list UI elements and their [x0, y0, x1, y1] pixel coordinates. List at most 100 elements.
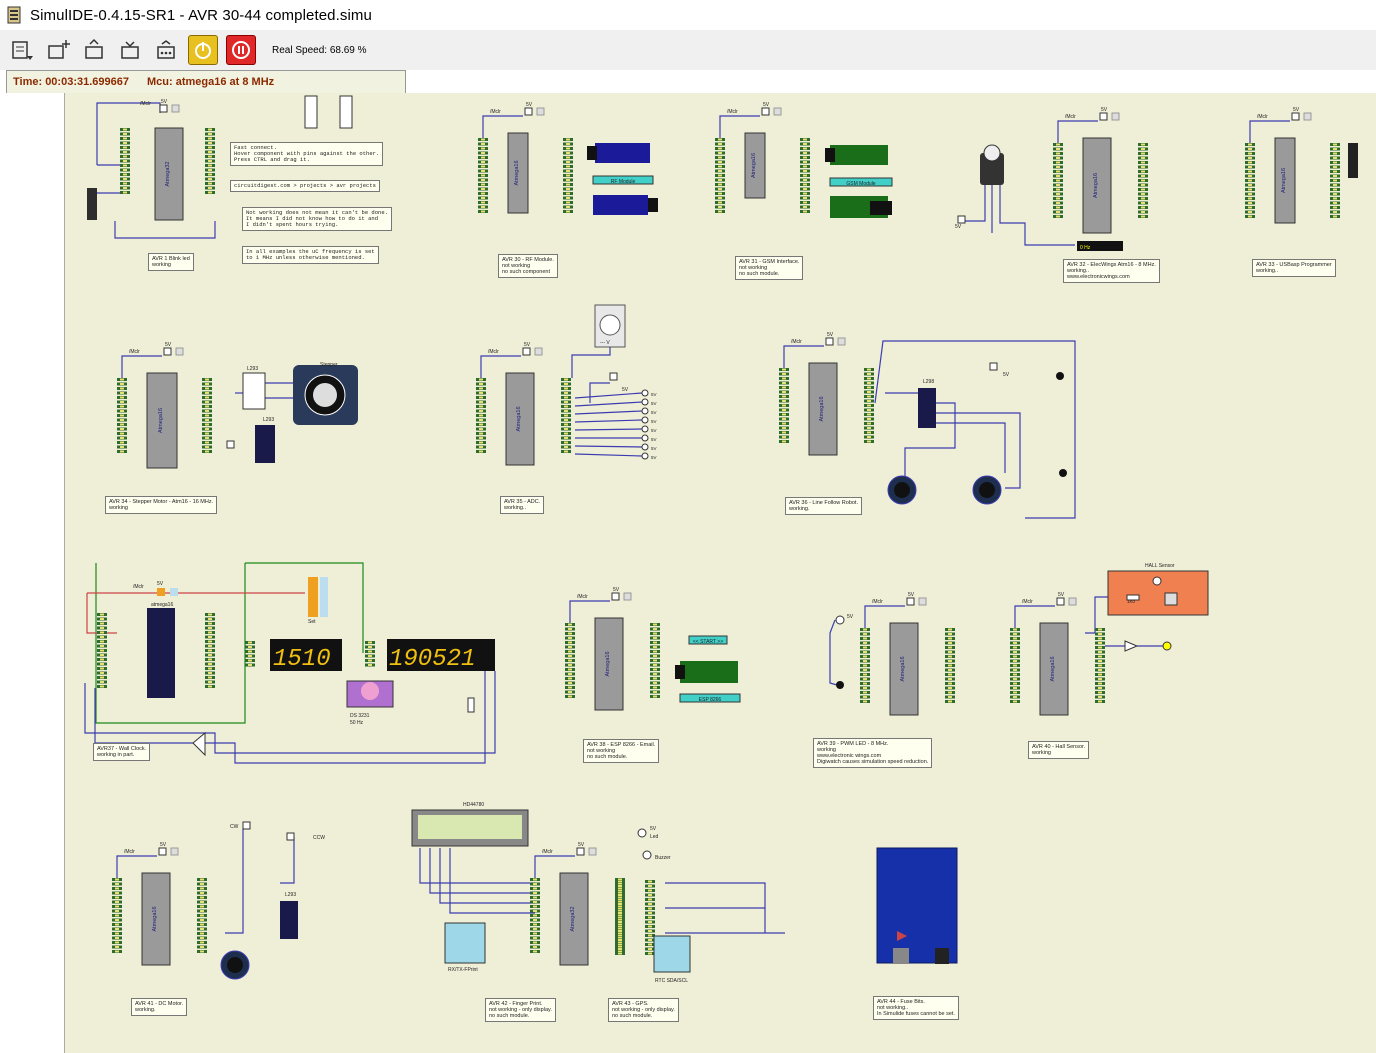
power-switch[interactable] [1303, 112, 1312, 121]
led-bar[interactable] [87, 188, 97, 220]
ir-sensor[interactable] [1059, 469, 1067, 477]
note-avr37[interactable]: AVR37 - Wall Clock. working in part. [93, 743, 151, 761]
note-avr39[interactable]: AVR 39 - PWM LED - 8 MHz. working www.el… [813, 738, 933, 768]
pwm-led[interactable] [836, 681, 844, 689]
file-menu-icon[interactable] [8, 36, 36, 64]
ic-socket[interactable] [339, 95, 353, 129]
rf-transmitter[interactable] [595, 143, 650, 163]
input-pin[interactable] [641, 434, 649, 442]
power-node[interactable] [524, 107, 533, 116]
pin-header[interactable] [97, 613, 107, 688]
cw-button[interactable] [242, 821, 251, 830]
note-tip4[interactable]: In all examples the uC frequency is set … [242, 246, 379, 264]
pin-header[interactable] [800, 138, 810, 213]
power-switch[interactable] [170, 847, 179, 856]
arduino-board[interactable] [876, 847, 958, 964]
pin-header[interactable] [1138, 143, 1148, 218]
note-avr33[interactable]: AVR 33 - USBasp Programmer working.. [1252, 259, 1336, 277]
pin-header[interactable] [205, 613, 215, 688]
ccw-button[interactable] [286, 832, 295, 841]
pin-header[interactable] [117, 378, 127, 453]
power-node[interactable] [158, 847, 167, 856]
power-node[interactable] [906, 597, 915, 606]
power-node[interactable] [1056, 597, 1065, 606]
voltage-probe[interactable] [835, 615, 845, 625]
pin-header[interactable] [1095, 628, 1105, 703]
note-avr43[interactable]: AVR 43 - GPS. not working - only display… [608, 998, 679, 1022]
note-avr35[interactable]: AVR 35 - ADC. working.. [500, 496, 545, 514]
note-avr31[interactable]: AVR 31 - GSM Interface. not working no s… [735, 256, 804, 280]
power-switch[interactable] [171, 104, 180, 113]
note-avr30[interactable]: AVR 30 - RF Module. not working no such … [498, 254, 558, 278]
pin-header[interactable] [1330, 143, 1340, 218]
note-avr40[interactable]: AVR 40 - Hall Sensor. working [1028, 741, 1090, 759]
pin-header[interactable] [779, 368, 789, 443]
note-avr1[interactable]: AVR 1 Blink led working [148, 253, 194, 271]
power-switch[interactable] [534, 347, 543, 356]
power-button[interactable] [188, 35, 218, 65]
pin-header[interactable] [365, 641, 375, 667]
fingerprint-serial[interactable] [444, 922, 486, 964]
pin-header[interactable] [615, 880, 625, 955]
power-switch[interactable] [1068, 597, 1077, 606]
save-circuit-icon[interactable] [116, 36, 144, 64]
power-node[interactable] [761, 107, 770, 116]
pin-header[interactable] [945, 628, 955, 703]
power-node[interactable] [163, 347, 172, 356]
esp8266-module[interactable] [680, 661, 738, 683]
pin-header[interactable] [563, 138, 573, 213]
pin-header[interactable] [478, 138, 488, 213]
pause-button[interactable] [226, 35, 256, 65]
power-switch[interactable] [1111, 112, 1120, 121]
pin-header[interactable] [565, 623, 575, 698]
power-switch[interactable] [773, 107, 782, 116]
power-switch[interactable] [588, 847, 597, 856]
schmitt-buffer[interactable] [1124, 640, 1139, 652]
note-tip3[interactable]: Not working does not mean it can't be do… [242, 207, 392, 231]
pin-header[interactable] [561, 378, 571, 453]
input-pin[interactable] [641, 452, 649, 460]
power-switch[interactable] [175, 347, 184, 356]
power-node[interactable] [576, 847, 585, 856]
open-circuit-icon[interactable] [80, 36, 108, 64]
l298-driver[interactable] [918, 388, 936, 428]
l293-chip[interactable] [255, 425, 275, 463]
power-node[interactable] [1291, 112, 1300, 121]
input-pin[interactable] [641, 389, 649, 397]
resistor[interactable] [467, 697, 475, 713]
ir-sensor[interactable] [1056, 372, 1064, 380]
pin-header[interactable] [650, 623, 660, 698]
pin-header[interactable] [1010, 628, 1020, 703]
led-probe[interactable] [637, 828, 647, 838]
ic-socket[interactable] [304, 95, 318, 129]
pin-header[interactable] [197, 878, 207, 953]
input-pin[interactable] [641, 425, 649, 433]
pin-header[interactable] [1053, 143, 1063, 218]
buzzer[interactable] [192, 731, 206, 757]
note-avr36[interactable]: AVR 36 - Line Follow Robot. working. [785, 497, 862, 515]
l293-driver-2[interactable] [280, 901, 298, 939]
new-circuit-icon[interactable] [44, 36, 72, 64]
output-led[interactable] [1162, 641, 1172, 651]
note-avr41[interactable]: AVR 41 - DC Motor. working. [131, 998, 188, 1016]
pin-header[interactable] [530, 878, 540, 953]
gsm-module[interactable] [830, 145, 888, 165]
usb-connector[interactable] [1348, 143, 1358, 178]
power-node[interactable] [611, 592, 620, 601]
note-avr42[interactable]: AVR 42 - Finger Print. not working - onl… [485, 998, 556, 1022]
save-as-icon[interactable] [152, 36, 180, 64]
note-tip1[interactable]: Fast connect. Hover component with pins … [230, 142, 384, 166]
note-avr34[interactable]: AVR 34 - Stepper Motor - Atm16 - 16 MHz.… [105, 496, 218, 514]
circuit-canvas[interactable]: Atmega32/Mclr 5V Atmega16/Mclr 5V RF Module A… [65, 93, 1376, 1053]
pin-header[interactable] [205, 128, 215, 194]
mcu-chip-dip[interactable] [147, 608, 175, 698]
note-avr38[interactable]: AVR 38 - ESP 8266 - Email. not working n… [583, 739, 660, 763]
pin-header[interactable] [112, 878, 122, 953]
note-avr44[interactable]: AVR 44 - Fuse Bits. not working.. In Sim… [873, 996, 959, 1020]
component-panel[interactable] [6, 93, 65, 1053]
pin-header[interactable] [860, 628, 870, 703]
power-switch[interactable] [536, 107, 545, 116]
power-node[interactable] [825, 337, 834, 346]
input-pin[interactable] [641, 398, 649, 406]
input-pin[interactable] [641, 407, 649, 415]
